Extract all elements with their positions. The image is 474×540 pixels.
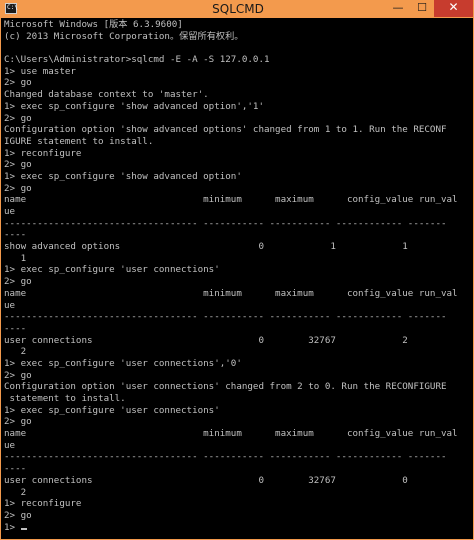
console-line: ----------------------------------- ----… xyxy=(4,217,447,229)
console-line: 2> go xyxy=(4,77,32,89)
console-prompt-line[interactable]: 1> xyxy=(4,522,458,534)
console-line: ---- xyxy=(4,322,27,334)
console-line: name minimum maximum config_value run_va… xyxy=(4,287,458,299)
console-line: 1> use master xyxy=(4,65,76,77)
console-line: name minimum maximum config_value run_va… xyxy=(4,428,458,440)
scrollbar[interactable] xyxy=(470,18,473,539)
console-output[interactable]: Microsoft Windows [版本 6.3.9600] (c) 2013 … xyxy=(2,18,473,539)
console-line: (c) 2013 Microsoft Corporation。保留所有权利。 xyxy=(4,30,244,42)
console-line: 2 xyxy=(4,486,27,498)
console-line: ue xyxy=(4,299,16,311)
console-window: C:\ SQLCMD — ☐ ✕ Microsoft Windows [版本 6… xyxy=(0,0,474,540)
console-line: ---- xyxy=(4,229,27,241)
console-line: Changed database context to 'master'. xyxy=(4,89,209,101)
console-line: ue xyxy=(4,206,16,217)
console-line: 1> exec sp_configure 'user connections',… xyxy=(4,357,242,369)
console-line: 1> exec sp_configure 'show advanced opti… xyxy=(4,170,242,182)
console-line: ----------------------------------- ----… xyxy=(4,311,447,323)
console-line: 2> go xyxy=(4,182,32,194)
maximize-button[interactable]: ☐ xyxy=(410,0,434,17)
close-button[interactable]: ✕ xyxy=(434,0,473,17)
console-line: 2> go xyxy=(4,369,32,381)
console-line: C:\Users\Administrator>sqlcmd -E -A -S 1… xyxy=(4,54,270,66)
console-line: 2> go xyxy=(4,416,32,428)
console-line: user connections 0 32767 2 xyxy=(4,334,408,346)
console-line: user connections 0 32767 0 xyxy=(4,474,408,486)
console-line: Configuration option 'show advanced opti… xyxy=(4,124,447,136)
console-prompt: 1> xyxy=(4,521,21,533)
console-line: 2> go xyxy=(4,112,32,124)
title-bar[interactable]: C:\ SQLCMD — ☐ ✕ xyxy=(1,0,473,18)
console-line: Configuration option 'user connections' … xyxy=(4,381,447,393)
console-line: ----------------------------------- ----… xyxy=(4,451,447,463)
minimize-button[interactable]: — xyxy=(386,0,410,17)
console-line: 1> exec sp_configure 'user connections' xyxy=(4,404,220,416)
text-cursor xyxy=(20,527,27,530)
console-line: 1> exec sp_configure 'show advanced opti… xyxy=(4,100,264,112)
console-line: 1> reconfigure xyxy=(4,498,82,510)
console-line: show advanced options 0 1 1 xyxy=(4,241,408,253)
console-line: 2> go xyxy=(4,509,32,521)
console-line: name minimum maximum config_value run_va… xyxy=(4,194,458,206)
console-text: Microsoft Windows [版本 6.3.9600] (c) 2013 … xyxy=(4,19,458,533)
console-line: Microsoft Windows [版本 6.3.9600] xyxy=(4,19,183,30)
console-line: IGURE statement to install. xyxy=(4,135,154,147)
console-line: 2> go xyxy=(4,276,32,288)
console-line: 1> reconfigure xyxy=(4,147,82,159)
console-line: 2> go xyxy=(4,159,32,171)
console-line: 1 xyxy=(4,252,27,264)
console-line: 2 xyxy=(4,346,27,358)
console-line: 1> exec sp_configure 'user connections' xyxy=(4,264,220,276)
console-line: statement to install. xyxy=(4,393,126,404)
console-line: ---- xyxy=(4,463,27,475)
console-line: ue xyxy=(4,439,16,451)
